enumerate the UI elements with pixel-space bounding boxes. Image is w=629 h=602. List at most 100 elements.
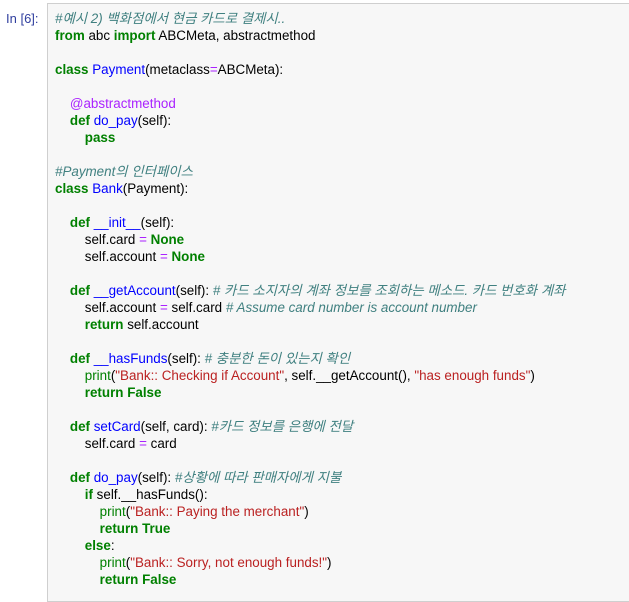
code-token: , self.__getAccount(),: [284, 368, 415, 383]
code-token: self.__hasFunds():: [92, 487, 208, 502]
code-line: class Bank(Payment):: [55, 180, 565, 197]
code-token: do_pay: [93, 113, 138, 128]
code-token: class: [55, 181, 89, 196]
code-token: #카드 정보를 은행에 전달: [211, 419, 354, 434]
code-token: =: [139, 232, 147, 247]
code-token: ): [530, 368, 535, 383]
code-token: __hasFunds: [93, 351, 168, 366]
code-token: self.account: [123, 317, 199, 332]
code-token: self.account: [55, 300, 160, 315]
code-token: self.card: [55, 436, 140, 451]
code-line: class Payment(metaclass=ABCMeta):: [55, 61, 565, 78]
code-token: (self):: [175, 283, 213, 298]
code-block[interactable]: #예시 2) 백화점에서 현금 카드로 결제시.. from abc import…: [55, 10, 565, 588]
code-token: "Bank:: Sorry, not enough funds!": [130, 555, 328, 570]
code-token: #Payment의 인터페이스: [55, 164, 193, 179]
code-token: Bank: [92, 181, 123, 196]
code-token: (self, card):: [140, 419, 212, 434]
code-token: card: [146, 436, 177, 451]
code-token: self.card: [55, 232, 140, 247]
code-line: pass: [55, 129, 565, 146]
code-token: =: [159, 300, 168, 315]
code-token: False: [127, 385, 162, 400]
code-token: def: [69, 283, 90, 298]
code-token: Payment: [92, 62, 146, 77]
code-token: do_pay: [93, 470, 138, 485]
code-token: def: [69, 351, 90, 366]
code-token: setCard: [93, 419, 141, 434]
code-line: return False: [55, 384, 565, 401]
cell-prompt: In [6]:: [6, 11, 39, 26]
code-token: # 카드 소지자의 계좌 정보를 조회하는 메소드. 카드 번호화 계좌: [212, 283, 566, 298]
code-line: if self.__hasFunds():: [55, 486, 565, 503]
code-token: print: [99, 504, 126, 519]
code-token: (self):: [140, 215, 175, 230]
code-token: from: [55, 28, 85, 43]
code-token: "has enough funds": [414, 368, 531, 383]
code-token: __getAccount: [93, 283, 176, 298]
code-token: class: [55, 62, 89, 77]
code-line: else:: [55, 537, 565, 554]
code-token: print: [84, 368, 111, 383]
code-line: def __init__(self):: [55, 214, 565, 231]
code-token: def: [69, 470, 90, 485]
code-token: abc: [84, 28, 114, 43]
code-token: =: [159, 249, 168, 264]
code-token: #예시 2) 백화점에서 현금 카드로 결제시..: [55, 11, 286, 26]
code-line: print("Bank:: Paying the merchant"): [55, 503, 565, 520]
code-token: #상황에 따라 판매자에게 지불: [174, 470, 342, 485]
code-token: ): [304, 504, 309, 519]
code-line: print("Bank:: Checking if Account", self…: [55, 367, 565, 384]
code-token: (self):: [167, 351, 205, 366]
code-line: return False: [55, 571, 565, 588]
code-line: @abstractmethod: [55, 95, 565, 112]
code-token: ABCMeta):: [217, 62, 284, 77]
code-token: return: [84, 385, 124, 400]
code-token: return: [99, 572, 139, 587]
code-cell-editor[interactable]: #예시 2) 백화점에서 현금 카드로 결제시.. from abc import…: [47, 3, 629, 602]
code-line: print("Bank:: Sorry, not enough funds!"): [55, 554, 565, 571]
code-token: if: [84, 487, 93, 502]
code-line: def do_pay(self):: [55, 112, 565, 129]
code-token: None: [171, 249, 205, 264]
code-token: (self):: [137, 113, 172, 128]
code-line: from abc import ABCMeta, abstractmethod: [55, 27, 565, 44]
code-token: print: [99, 555, 126, 570]
code-token: "Bank:: Checking if Account": [115, 368, 285, 383]
code-token: __init__: [93, 215, 141, 230]
code-token: =: [139, 436, 147, 451]
code-line: self.account = self.card # Assume card n…: [55, 299, 565, 316]
code-token: return: [99, 521, 139, 536]
code-token: =: [209, 62, 218, 77]
code-line: return True: [55, 520, 565, 537]
code-token: def: [69, 113, 90, 128]
code-token: pass: [84, 130, 116, 145]
code-line: def setCard(self, card): #카드 정보를 은행에 전달: [55, 418, 565, 435]
code-token: # 충분한 돈이 있는지 확인: [204, 351, 351, 366]
code-token: # Assume card number is account number: [225, 300, 477, 315]
code-line: self.account = None: [55, 248, 565, 265]
code-line: #예시 2) 백화점에서 현금 카드로 결제시..: [55, 10, 565, 27]
code-token: import: [113, 28, 156, 43]
code-token: else: [84, 538, 111, 553]
code-token: True: [142, 521, 171, 536]
